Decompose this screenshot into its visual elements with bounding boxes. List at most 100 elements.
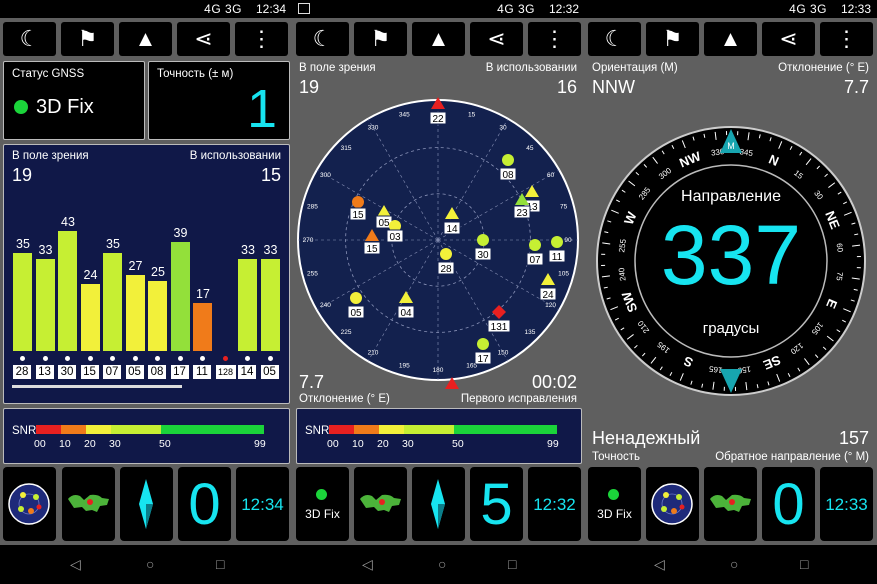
world-map-icon <box>710 494 751 512</box>
in-use-count: 15 <box>260 165 281 185</box>
snr-color-segment <box>379 425 404 434</box>
azimuth-label: 210 <box>368 350 379 357</box>
time-tile[interactable]: 12:32 <box>528 467 581 541</box>
big-value-tile[interactable]: 0 <box>762 467 815 541</box>
snr-legend: SNR 00 10 20 30 50 99 <box>296 408 582 464</box>
satellite-prn: 30 <box>477 250 489 261</box>
recents-nav-icon[interactable]: □ <box>508 556 516 572</box>
constellation-icon <box>200 356 205 361</box>
back-nav-icon[interactable]: ◁ <box>362 556 373 573</box>
satellite-marker <box>477 234 489 246</box>
compass-screen: Ориентация (M) Отклонение (° E) NNW 7.7 … <box>585 58 877 468</box>
person-sign-icon: ⚑ <box>662 26 683 51</box>
moon-button[interactable]: ☾ <box>296 22 349 56</box>
satellite-prn: 128 <box>215 365 236 379</box>
big-value: 0 <box>188 472 221 537</box>
navigation-arrow-icon: ▲ <box>427 26 450 51</box>
satellite-prn: 04 <box>400 308 412 319</box>
world-map-tile[interactable] <box>354 467 407 541</box>
snr-tick-label: 50 <box>452 438 464 450</box>
moon-button[interactable]: ☾ <box>588 22 641 56</box>
constellation-icon <box>132 356 138 361</box>
snr-legend: SNR 00 10 20 30 50 99 <box>3 408 290 464</box>
person-sign-button[interactable]: ⚑ <box>61 22 114 56</box>
time-tile[interactable]: 12:33 <box>820 467 873 541</box>
chart-scrollbar[interactable] <box>12 385 182 388</box>
signal-bar <box>260 258 280 351</box>
azimuth-label: 30 <box>499 124 507 131</box>
more-vert-icon: ⋮ <box>543 26 566 51</box>
moon-button[interactable]: ☾ <box>3 22 56 56</box>
snr-tick-label: 10 <box>352 438 364 450</box>
share-button[interactable]: ⋖ <box>470 22 523 56</box>
back-nav-icon[interactable]: ◁ <box>654 556 665 573</box>
recents-nav-icon[interactable]: □ <box>216 556 224 572</box>
fix-indicator-icon <box>608 489 619 500</box>
satellite-prn: 11 <box>193 365 211 379</box>
person-sign-button[interactable]: ⚑ <box>646 22 699 56</box>
more-vert-button[interactable]: ⋮ <box>528 22 581 56</box>
signal-bar <box>103 253 122 351</box>
compass-needle-icon <box>139 479 153 529</box>
satellite-marker <box>551 236 563 248</box>
constellation-icon <box>177 356 183 361</box>
accuracy-label: Точность (± м) <box>157 68 234 80</box>
bar-value-label: 17 <box>196 287 210 302</box>
time-tile[interactable]: 12:34 <box>236 467 289 541</box>
home-nav-icon[interactable]: ○ <box>438 556 446 572</box>
big-value-tile[interactable]: 0 <box>178 467 231 541</box>
gnss-status-label: Статус GNSS <box>12 68 85 80</box>
share-button[interactable]: ⋖ <box>762 22 815 56</box>
compass-tile[interactable] <box>120 467 173 541</box>
snr-color-segment <box>329 425 354 434</box>
fix-tile[interactable]: 3D Fix <box>296 467 349 541</box>
skyview-mini-icon <box>651 483 693 525</box>
satellite-prn: 13 <box>35 365 54 379</box>
person-sign-button[interactable]: ⚑ <box>354 22 407 56</box>
signal-bar <box>170 241 190 351</box>
navigation-arrow-button[interactable]: ▲ <box>412 22 465 56</box>
navigation-arrow-button[interactable]: ▲ <box>704 22 757 56</box>
person-sign-icon: ⚑ <box>77 26 98 51</box>
signal-indicator: 4G 3G <box>204 2 242 16</box>
home-nav-icon[interactable]: ○ <box>146 556 154 572</box>
person-sign-icon: ⚑ <box>370 26 391 51</box>
recents-nav-icon[interactable]: □ <box>800 556 808 572</box>
navigation-arrow-icon: ▲ <box>134 26 157 51</box>
in-view-count: 19 <box>12 165 33 185</box>
ttff-value: 00:02 <box>531 372 577 392</box>
fix-tile[interactable]: 3D Fix <box>588 467 641 541</box>
world-map-tile[interactable] <box>704 467 757 541</box>
constellation-icon <box>155 356 160 361</box>
accuracy-panel: Точность (± м) 1 <box>148 61 290 140</box>
skyview-tile[interactable] <box>646 467 699 541</box>
deviation-label: Отклонение (° E) <box>299 393 390 405</box>
navigation-arrow-button[interactable]: ▲ <box>119 22 172 56</box>
more-vert-icon: ⋮ <box>250 26 273 51</box>
share-icon: ⋖ <box>194 26 213 51</box>
back-nav-icon[interactable]: ◁ <box>70 556 81 573</box>
more-vert-button[interactable]: ⋮ <box>235 22 288 56</box>
signal-bar <box>238 258 257 351</box>
status-time: 12:33 <box>840 2 871 16</box>
status-bar: 4G 3G 12:34 <box>0 0 292 18</box>
home-nav-icon[interactable]: ○ <box>730 556 738 572</box>
satellite-prn: 05 <box>350 308 362 319</box>
fix-status: 3D Fix <box>305 507 340 521</box>
more-vert-button[interactable]: ⋮ <box>820 22 873 56</box>
azimuth-label: 120 <box>545 302 556 309</box>
skyview-tile[interactable] <box>3 467 56 541</box>
constellation-icon <box>65 356 70 361</box>
snr-tick-label: 20 <box>377 438 389 450</box>
fix-status: 3D Fix <box>597 507 632 521</box>
compass-tile[interactable] <box>412 467 465 541</box>
share-button[interactable]: ⋖ <box>177 22 230 56</box>
azimuth-label: 330 <box>368 124 379 131</box>
satellite-prn: 22 <box>432 114 444 125</box>
big-value-tile[interactable]: 5 <box>470 467 523 541</box>
constellation-icon <box>87 356 93 361</box>
more-vert-icon: ⋮ <box>835 26 858 51</box>
world-map-tile[interactable] <box>62 467 115 541</box>
satellite-prn: 28 <box>13 365 31 379</box>
satellite-marker <box>502 154 514 166</box>
